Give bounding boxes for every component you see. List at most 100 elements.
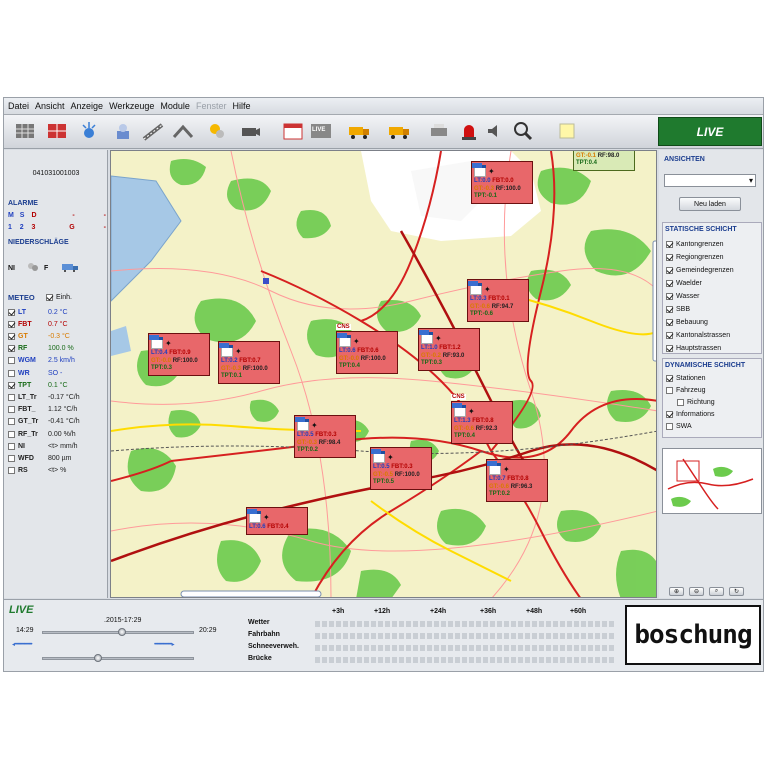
station-info-box[interactable]: ✦LT:0.8 FBT:2.7GT:-0.1 RF:98.0TPT:0.4 <box>573 151 635 171</box>
layer-checkbox[interactable] <box>677 399 684 406</box>
layer-checkbox[interactable] <box>666 306 673 313</box>
menu-ansicht[interactable]: Ansicht <box>35 101 65 111</box>
dynamic-layer-richtung[interactable]: Richtung <box>677 397 763 408</box>
static-layer-gemeindegrenzen[interactable]: Gemeindegrenzen <box>666 265 758 276</box>
truck-icon[interactable] <box>346 119 372 143</box>
map-view[interactable]: ✦LT:0.0 FBT:0.0GT:-0.3 RF:100.0TPT:-0.1 ✦… <box>110 150 657 598</box>
station-info-box[interactable]: ✦ LT:0.5 FBT:0.3 GT:-0.3 RF:98.4 TPT:0.2 <box>294 415 356 458</box>
static-layer-hauptstrassen[interactable]: Hauptstrassen <box>666 343 758 353</box>
grid-red-icon[interactable] <box>44 119 70 143</box>
static-layer-kantongrenzen[interactable]: Kantongrenzen <box>666 239 758 250</box>
time-range-knob[interactable] <box>118 628 126 636</box>
live-monitor-icon[interactable]: LIVE <box>308 119 334 143</box>
station-info-box[interactable]: ✦ LT:1.0 FBT:1.2 GT:-0.2 RF:93.0 TPT:0.3 <box>418 328 480 371</box>
zoom-icon[interactable] <box>510 119 536 143</box>
calendar-icon[interactable] <box>280 119 306 143</box>
menu-module[interactable]: Module <box>160 101 190 111</box>
overview-minimap[interactable] <box>662 448 762 514</box>
zoom-fit-icon[interactable]: ⌕ <box>709 587 724 596</box>
alarm-light-icon[interactable] <box>456 119 482 143</box>
layer-checkbox[interactable] <box>666 241 673 248</box>
station-info-box[interactable]: ✦ LT:0.4 FBT:0.9 GT:-0.0 RF:100.0 TPT:0.3 <box>148 333 210 376</box>
note-icon[interactable] <box>554 119 580 143</box>
map-horizontal-scrollbar[interactable] <box>180 590 322 597</box>
meteo-checkbox[interactable] <box>8 393 15 401</box>
menu-fenster[interactable]: Fenster <box>196 101 227 111</box>
layer-checkbox[interactable] <box>666 267 673 274</box>
dynamic-layer-stationen[interactable]: Stationen <box>666 373 758 384</box>
dynamic-layer-swa[interactable]: SWA <box>666 421 758 432</box>
meteo-checkbox[interactable] <box>8 308 15 316</box>
station-info-box[interactable]: ✦ LT:0.6 FBT:0.4 <box>246 507 308 535</box>
meteo-checkbox[interactable] <box>8 418 15 426</box>
station-reading-line: LT:1.3 FBT:0.8 <box>454 418 510 426</box>
station-info-box[interactable]: ✦ LT:0.2 FBT:0.7 GT:-0.3 RF:100.0 TPT:0.1 <box>218 341 280 384</box>
meteo-checkbox[interactable] <box>8 430 15 438</box>
ansichten-select[interactable]: ▾ <box>664 174 756 187</box>
station-reading-line: LT:0.5 FBT:0.3 <box>297 432 353 440</box>
static-layer-wasser[interactable]: Wasser <box>666 291 758 302</box>
meteo-einh-checkbox[interactable] <box>46 293 53 301</box>
static-layer-sbb[interactable]: SBB <box>666 304 758 315</box>
road-icon[interactable] <box>140 119 166 143</box>
static-layer-bebauung[interactable]: Bebauung <box>666 317 758 328</box>
map-vertical-scrollbar[interactable] <box>652 240 657 362</box>
layer-checkbox[interactable] <box>666 423 673 430</box>
playback-knob[interactable] <box>94 654 102 662</box>
zoom-in-icon[interactable]: ⊕ <box>669 587 684 596</box>
layer-checkbox[interactable] <box>666 280 673 287</box>
layer-checkbox[interactable] <box>666 411 673 418</box>
layer-checkbox[interactable] <box>666 345 673 352</box>
meteo-checkbox[interactable] <box>8 406 15 414</box>
station-info-box[interactable]: ✦ LT:0.3 FBT:0.1 GT:-0.6 RF:94.7 TPT:-0.6 <box>467 279 529 322</box>
dynamic-layer-informations[interactable]: Informations <box>666 409 758 420</box>
meteo-checkbox[interactable] <box>8 442 15 450</box>
dynamic-layer-fahrzeug[interactable]: Fahrzeug <box>666 385 758 396</box>
sprinkler-icon: ✦ <box>353 336 360 346</box>
meteo-checkbox[interactable] <box>8 369 15 377</box>
layer-checkbox[interactable] <box>666 293 673 300</box>
menu-hilfe[interactable]: Hilfe <box>232 101 250 111</box>
grid-icon[interactable] <box>12 119 38 143</box>
zoom-out-icon[interactable]: ⊖ <box>689 587 704 596</box>
station-reading: LT:0.0 <box>474 178 491 184</box>
weather-icon[interactable] <box>204 119 230 143</box>
meteo-checkbox[interactable] <box>8 381 15 389</box>
meteo-checkbox[interactable] <box>8 345 15 353</box>
playback-slider[interactable] <box>42 657 194 660</box>
station-info-box[interactable]: CNS ✦ LT:1.3 FBT:0.8 GT:-0.6 RF:92.3 TPT:0.4 <box>451 394 513 444</box>
layer-checkbox[interactable] <box>666 319 673 326</box>
station-info-box[interactable]: CNS ✦ LT:0.6 FBT:0.6 GT:-0.0 RF:100.0 TPT:0.… <box>336 324 398 374</box>
static-layer-waelder[interactable]: Waelder <box>666 278 758 289</box>
neu-laden-button[interactable]: Neu laden <box>679 197 741 211</box>
menu-anzeige[interactable]: Anzeige <box>71 101 104 111</box>
meteo-checkbox[interactable] <box>8 332 15 340</box>
timeline-right-dots: ••••••••••••••••▸ <box>154 642 175 648</box>
bridge-icon[interactable] <box>170 119 196 143</box>
layer-checkbox[interactable] <box>666 375 673 382</box>
layer-checkbox[interactable] <box>666 254 673 261</box>
static-layer-regiongrenzen[interactable]: Regiongrenzen <box>666 252 758 263</box>
station-icon[interactable] <box>110 119 136 143</box>
speaker-icon[interactable] <box>482 119 508 143</box>
layer-checkbox[interactable] <box>666 387 673 394</box>
meteo-checkbox[interactable] <box>8 320 15 328</box>
station-reading-line: GT:-0.6 RF:92.3 <box>454 426 510 434</box>
station-info-box[interactable]: ✦ LT:0.5 FBT:0.3 GT:-0.5 RF:100.0 TPT:0.5 <box>370 447 432 490</box>
menu-datei[interactable]: Datei <box>8 101 29 111</box>
sprinkler-icon[interactable] <box>76 119 102 143</box>
station-reading-line: LT:0.0 FBT:0.0 <box>474 178 530 186</box>
truck-2-icon[interactable] <box>386 119 412 143</box>
layer-checkbox[interactable] <box>666 332 673 339</box>
station-info-box[interactable]: ✦ LT:0.0 FBT:0.0 GT:-0.3 RF:100.0 TPT:-0.1 <box>471 161 533 204</box>
menu-werkzeuge[interactable]: Werkzeuge <box>109 101 154 111</box>
station-reading: TPT:-0.6 <box>470 311 494 317</box>
meteo-checkbox[interactable] <box>8 357 15 365</box>
refresh-icon[interactable]: ↻ <box>729 587 744 596</box>
meteo-checkbox[interactable] <box>8 454 15 462</box>
static-layer-kantonalstrassen[interactable]: Kantonalstrassen <box>666 330 758 341</box>
camera-icon[interactable] <box>238 119 264 143</box>
meteo-checkbox[interactable] <box>8 467 15 475</box>
printer-icon[interactable] <box>426 119 452 143</box>
station-info-box[interactable]: ✦ LT:0.7 FBT:0.8 GT:-0.6 RF:96.3 TPT:0.2 <box>486 459 548 502</box>
